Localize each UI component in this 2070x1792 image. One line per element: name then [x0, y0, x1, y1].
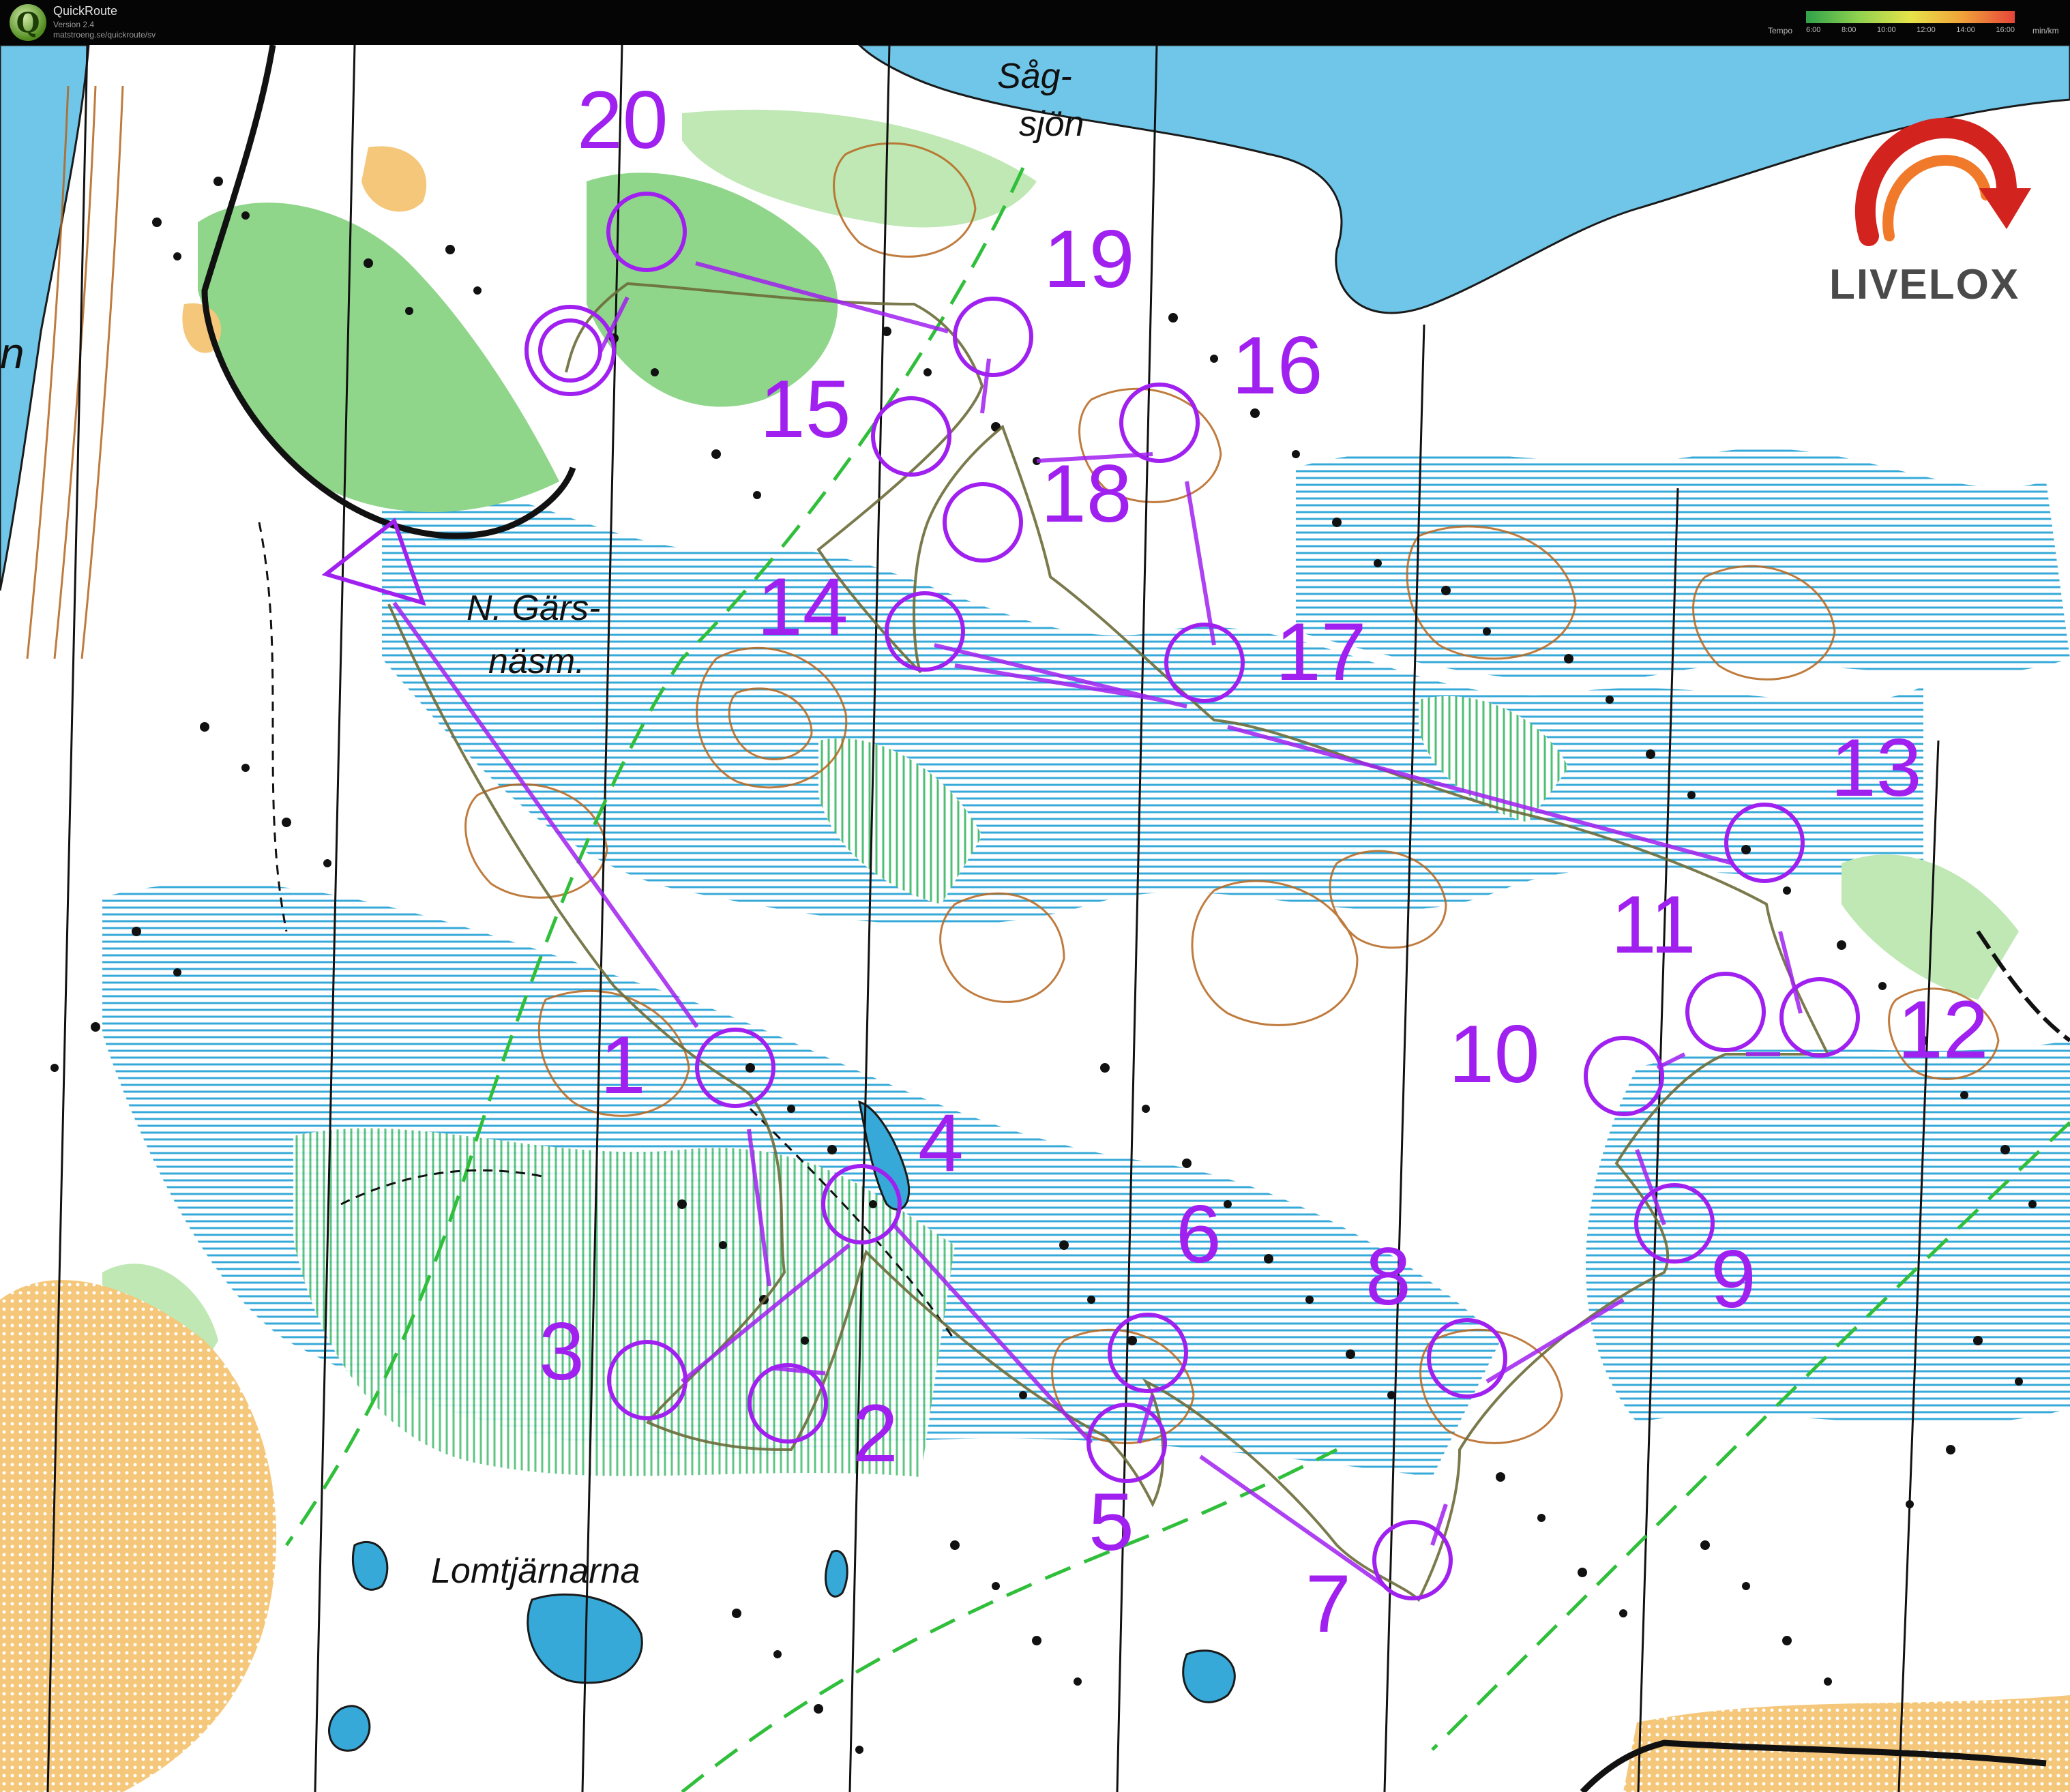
place-name-sagsjon-2: sjön: [1019, 104, 1084, 144]
control-number-9: 9: [1711, 1234, 1756, 1325]
place-name-edge: n: [0, 329, 25, 378]
title-bar: Q QuickRoute Version 2.4 matstroeng.se/q…: [0, 0, 2070, 45]
place-name-garsnasm-2: näsm.: [488, 642, 585, 681]
tempo-ticks: 6:00 8:00 10:00 12:00 14:00 16:00: [1806, 26, 2015, 34]
control-number-19: 19: [1044, 213, 1135, 305]
control-number-13: 13: [1831, 722, 1922, 813]
tempo-tick: 14:00: [1956, 26, 1975, 34]
tempo-tick: 8:00: [1842, 26, 1857, 34]
logo-letter: Q: [16, 7, 40, 39]
control-number-2: 2: [853, 1388, 898, 1479]
control-number-1: 1: [600, 1019, 646, 1111]
control-number-12: 12: [1897, 984, 1989, 1075]
orienteering-map[interactable]: Såg- sjön N. Gärs- näsm. Lomtjärnarna n …: [0, 45, 2070, 1792]
tempo-tick: 10:00: [1877, 26, 1896, 34]
pond-south-3: [1182, 1649, 1236, 1703]
control-number-8: 8: [1365, 1231, 1411, 1322]
livelox-wordmark: LIVELOX: [1829, 261, 2020, 308]
place-name-lomtjarnarna: Lomtjärnarna: [431, 1551, 640, 1591]
control-number-4: 4: [918, 1097, 964, 1189]
quickroute-logo-icon: Q: [10, 4, 46, 41]
place-name-sagsjon-1: Såg-: [997, 57, 1072, 96]
app-url: matstroeng.se/quickroute/sv: [53, 30, 156, 40]
app-name: QuickRoute: [53, 4, 118, 18]
control-number-5: 5: [1089, 1476, 1134, 1568]
map-canvas[interactable]: [0, 45, 2070, 1792]
control-number-17: 17: [1275, 606, 1367, 698]
control-number-11: 11: [1611, 879, 1696, 970]
pond-south-4: [825, 1549, 848, 1598]
control-number-15: 15: [760, 363, 851, 455]
control-number-7: 7: [1305, 1558, 1351, 1649]
tempo-unit: min/km: [2032, 26, 2059, 35]
control-number-18: 18: [1041, 448, 1132, 539]
control-number-6: 6: [1176, 1189, 1222, 1280]
place-name-garsnasm-1: N. Gärs-: [467, 588, 601, 628]
pond-south-2: [328, 1705, 371, 1752]
tempo-tick: 16:00: [1996, 26, 2015, 34]
tempo-tick: 6:00: [1806, 26, 1821, 34]
control-number-10: 10: [1449, 1009, 1540, 1100]
tempo-label: Tempo: [1768, 26, 1793, 35]
tempo-tick: 12:00: [1917, 26, 1936, 34]
control-number-14: 14: [757, 561, 848, 653]
app-version: Version 2.4: [53, 20, 95, 29]
control-number-16: 16: [1232, 320, 1323, 411]
control-number-20: 20: [577, 74, 668, 166]
pond-south-1: [351, 1540, 389, 1591]
control-number-3: 3: [539, 1306, 585, 1397]
tempo-legend-bar: [1806, 11, 2015, 23]
